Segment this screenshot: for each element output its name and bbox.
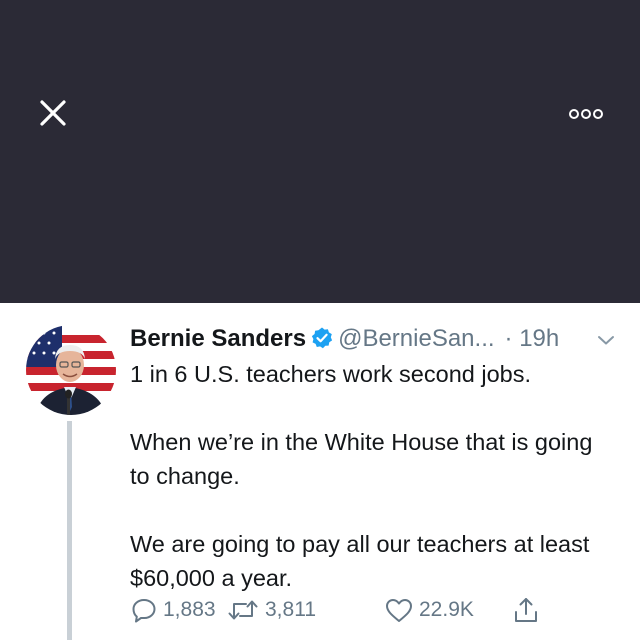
tweet[interactable]: Bernie Sanders @BernieSan... · 19h 1 in 6… (0, 303, 640, 640)
avatar[interactable] (26, 325, 116, 415)
tweet-paragraph: When we’re in the White House that is go… (130, 429, 593, 489)
media-viewer-bar (0, 0, 640, 303)
reply-icon (132, 599, 156, 623)
share-icon (515, 598, 537, 622)
more-options-button[interactable] (566, 104, 606, 124)
author-handle[interactable]: @BernieSan... (338, 325, 494, 352)
tweet-text: 1 in 6 U.S. teachers work second jobs. W… (130, 357, 610, 595)
tweet-header: Bernie Sanders @BernieSan... · 19h (130, 321, 630, 357)
tweet-actions: 1,883 3,811 22.9K (130, 595, 620, 625)
share-button[interactable] (512, 595, 545, 625)
retweet-count: 3,811 (265, 598, 316, 621)
tweet-paragraph: We are going to pay all our teachers at … (130, 531, 590, 591)
verified-badge-icon (310, 325, 334, 349)
tweet-paragraph: 1 in 6 U.S. teachers work second jobs. (130, 361, 532, 387)
like-button[interactable]: 22.9K (384, 595, 474, 625)
thread-line (67, 421, 72, 640)
author-name[interactable]: Bernie Sanders (130, 325, 306, 352)
reply-count: 1,883 (163, 598, 216, 621)
close-button[interactable] (36, 96, 70, 130)
retweet-icon (228, 600, 258, 620)
heart-icon (386, 599, 412, 622)
like-count: 22.9K (419, 598, 474, 621)
tweet-detail-screen: Bernie Sanders @BernieSan... · 19h 1 in 6… (0, 0, 640, 640)
chevron-down-icon (598, 336, 614, 345)
more-options-icon (569, 109, 603, 119)
close-icon (40, 100, 66, 126)
reply-button[interactable]: 1,883 (130, 595, 216, 625)
tweet-menu-button[interactable] (596, 333, 616, 347)
avatar-photo (26, 325, 116, 415)
tweet-time[interactable]: · 19h (505, 325, 560, 352)
retweet-button[interactable]: 3,811 (226, 595, 316, 625)
